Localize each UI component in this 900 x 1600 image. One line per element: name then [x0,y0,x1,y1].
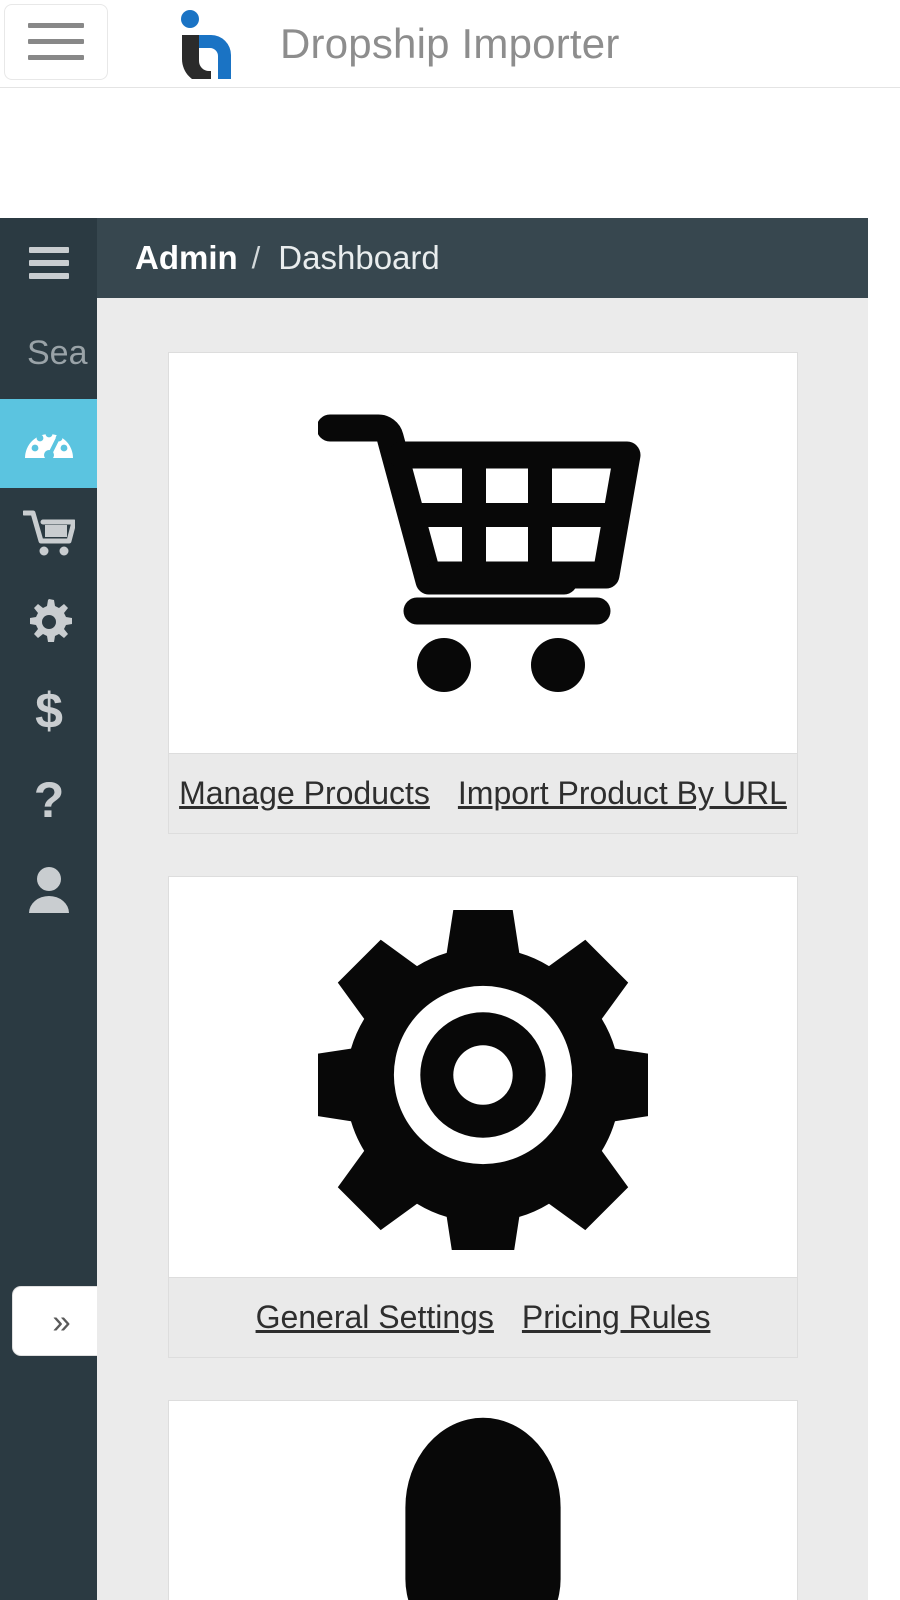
card-products-footer: Manage Products Import Product By URL [169,753,797,833]
app-root: Dropship Importer Sea $ ? » Admin / Dash… [0,0,900,1600]
card-settings-footer: General Settings Pricing Rules [169,1277,797,1357]
sidebar-item-products[interactable] [0,488,97,577]
sidebar-item-help[interactable]: ? [0,755,97,844]
main-content: Manage Products Import Product By URL Ge… [97,298,868,1600]
user-icon [25,863,73,915]
right-scroll-gutter [868,218,900,1600]
dashboard-gauge-icon [21,416,77,472]
hamburger-icon-bar [28,246,69,253]
sidebar-expand-container: » [13,1287,97,1355]
link-general-settings[interactable]: General Settings [256,1299,494,1336]
breadcrumb-separator: / [251,240,261,275]
sidebar-item-dashboard[interactable] [0,399,97,488]
sidebar-search-input[interactable]: Sea [0,307,97,399]
link-import-product-by-url[interactable]: Import Product By URL [458,775,787,812]
card-products: Manage Products Import Product By URL [168,352,798,834]
sidebar: Sea $ ? » [0,218,97,1600]
shopping-cart-icon [316,401,648,706]
hamburger-icon-bar [28,23,84,28]
hamburger-icon-bar [28,272,69,279]
card-account [168,1400,798,1600]
sidebar-item-pricing[interactable]: $ [0,666,97,755]
card-account-body [169,1401,797,1600]
link-manage-products[interactable]: Manage Products [179,775,430,812]
svg-text:?: ? [33,773,64,827]
link-pricing-rules[interactable]: Pricing Rules [522,1299,711,1336]
sidebar-item-account[interactable] [0,844,97,933]
sidebar-item-settings[interactable] [0,577,97,666]
double-chevron-right-icon: » [52,1302,71,1340]
top-header: Dropship Importer [0,0,900,88]
header-spacer-band [0,89,900,218]
hamburger-icon [28,246,69,279]
card-settings: General Settings Pricing Rules [168,876,798,1358]
dollar-sign-icon: $ [26,684,72,738]
brand-logo-icon [176,9,238,84]
breadcrumb-item-dashboard: Dashboard [278,239,440,276]
menu-toggle-button[interactable] [4,3,108,80]
hamburger-icon-bar [28,259,69,266]
breadcrumb-item-admin[interactable]: Admin [135,239,238,277]
hamburger-icon-bar [28,39,84,44]
app-title: Dropship Importer [280,19,620,67]
svg-text:$: $ [35,684,63,738]
question-mark-icon: ? [26,773,72,827]
gear-icon [308,900,658,1260]
breadcrumb: Admin / Dashboard [97,218,868,298]
sidebar-search-text: Sea [27,333,88,372]
card-products-body [169,353,797,753]
card-settings-body [169,877,797,1277]
sidebar-expand-button[interactable]: » [13,1287,97,1355]
sidebar-menu-toggle[interactable] [0,218,97,307]
shopping-cart-icon [22,509,75,557]
hamburger-icon-bar [28,55,84,60]
gear-icon [24,597,74,647]
user-icon [333,1417,633,1600]
